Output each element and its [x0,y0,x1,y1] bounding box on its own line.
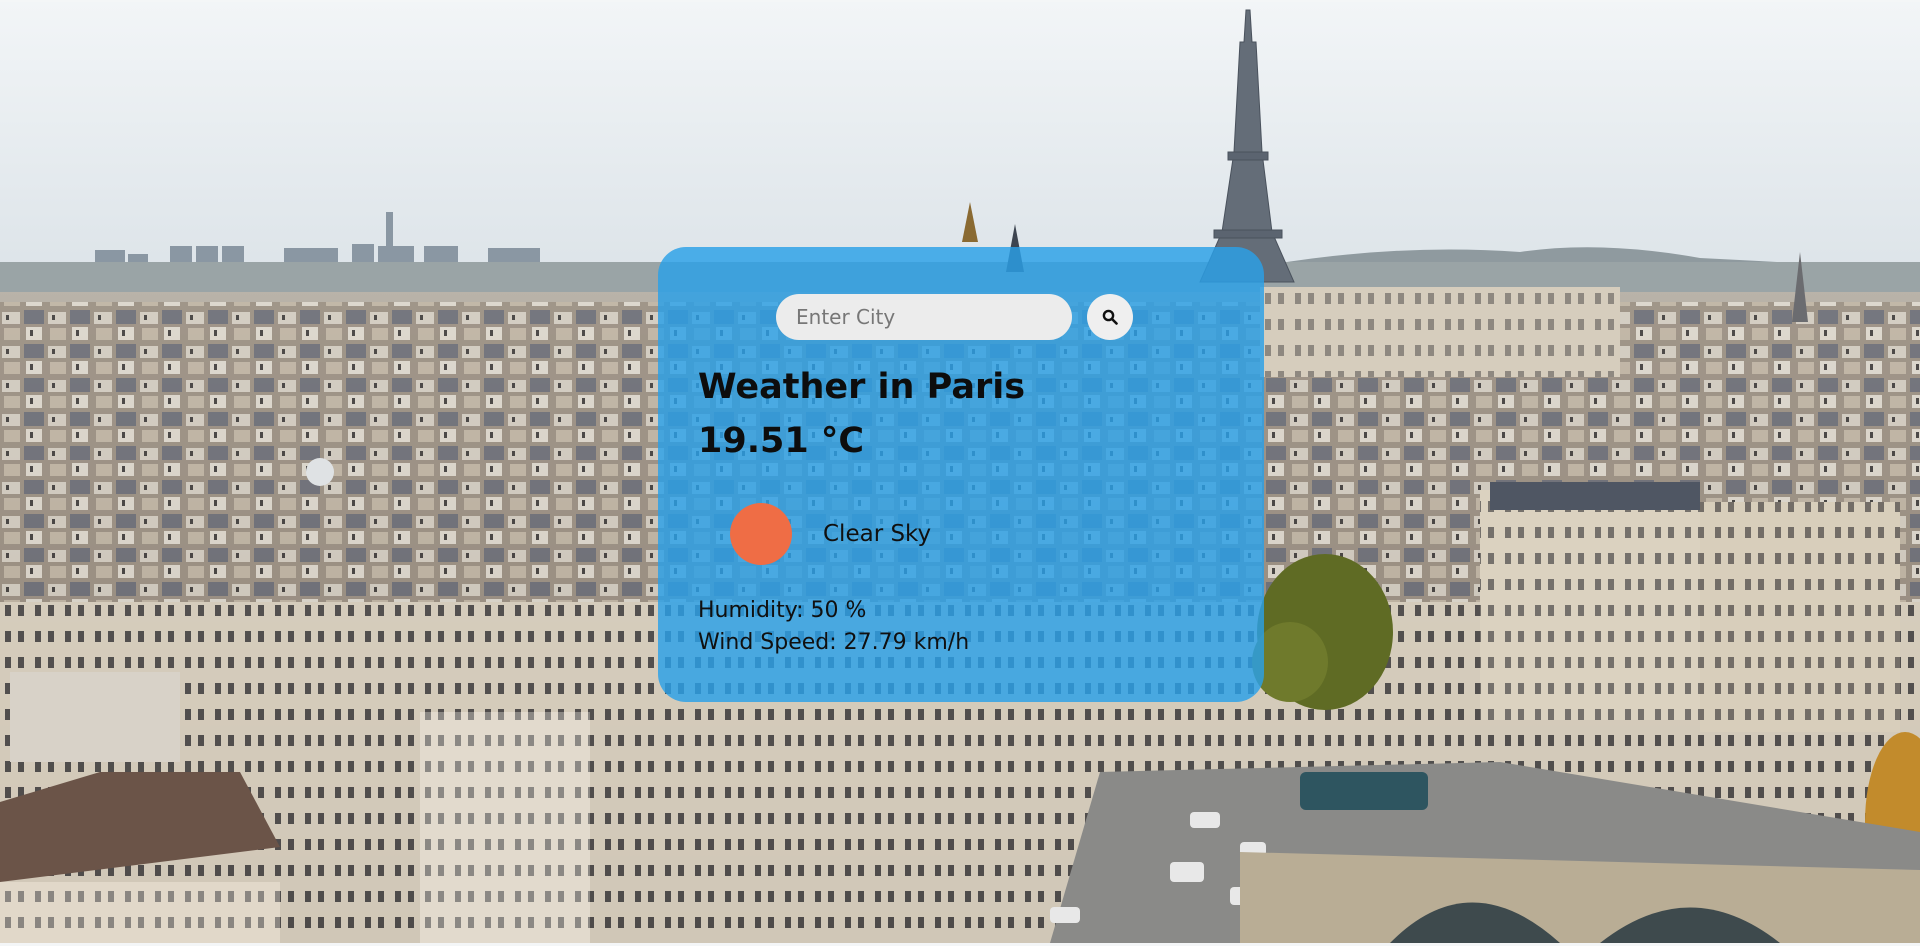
weather-title: Weather in Paris [698,367,1026,407]
search-button[interactable] [1087,294,1133,340]
humidity-readout: Humidity: 50 % [698,598,867,623]
condition-label: Clear Sky [823,521,932,547]
weather-card: Weather in Paris 19.51 °C Clear Sky Humi… [658,247,1264,702]
sun-icon [730,503,792,565]
search-bar [776,294,1133,340]
wind-speed-readout: Wind Speed: 27.79 km/h [698,630,970,655]
temperature-value: 19.51 °C [698,421,865,461]
weather-app-page: Weather in Paris 19.51 °C Clear Sky Humi… [0,0,1920,946]
weather-condition: Clear Sky [730,503,931,565]
city-search-input[interactable] [776,294,1072,340]
search-icon [1102,309,1118,325]
